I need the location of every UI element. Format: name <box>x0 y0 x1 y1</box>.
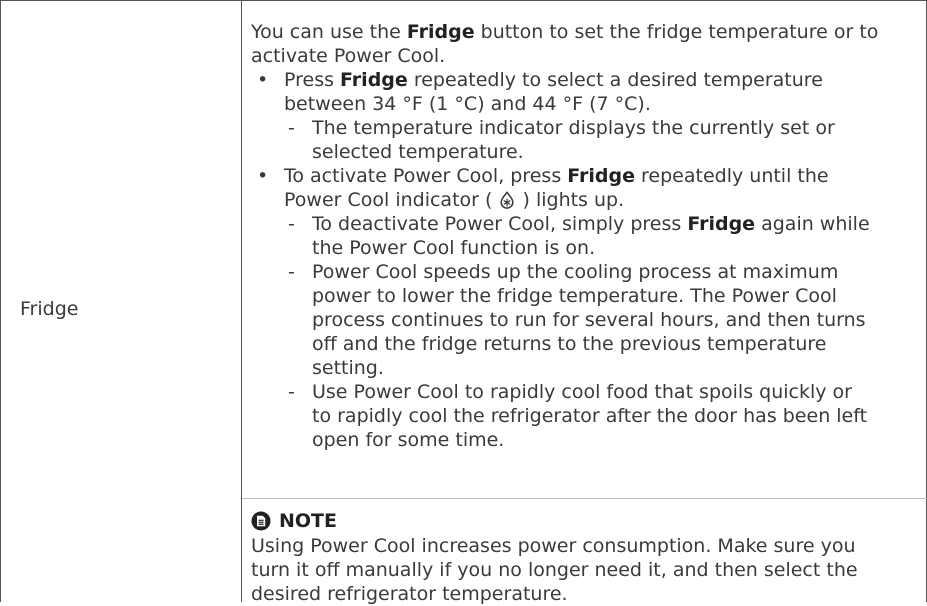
intro-text: You can use the Fridge button to set the… <box>251 21 879 67</box>
dash-marker: - <box>288 381 295 403</box>
sub-list-item: - To deactivate Power Cool, simply press… <box>288 213 870 259</box>
list-item: • Press Fridge repeatedly to select a de… <box>257 69 823 115</box>
sub-list-item: - The temperature indicator displays the… <box>288 117 835 163</box>
note-divider <box>242 498 927 499</box>
note-body: Using Power Cool increases power consump… <box>251 535 858 605</box>
bullet-marker: • <box>257 165 269 187</box>
spec-table: Fridge You can use the Fridge button to … <box>0 0 927 605</box>
sub-list-item: - Use Power Cool to rapidly cool food th… <box>288 381 868 451</box>
dash-marker: - <box>288 261 295 283</box>
fridge-button-ref: Fridge <box>406 21 475 43</box>
table-border-left <box>0 0 1 602</box>
table-column-divider <box>241 0 242 602</box>
sub-list-item: - Power Cool speeds up the cooling proce… <box>288 261 866 379</box>
bullet-marker: • <box>257 69 269 91</box>
list-item: • To activate Power Cool, press Fridge r… <box>257 165 829 211</box>
note-title: NOTE <box>279 510 337 532</box>
note-icon <box>251 511 271 531</box>
power-cool-icon <box>500 191 515 209</box>
row-label: Fridge <box>20 298 79 320</box>
dash-marker: - <box>288 213 295 235</box>
note-heading: NOTE <box>251 509 337 533</box>
dash-marker: - <box>288 117 295 139</box>
table-border-top <box>0 0 927 1</box>
description-cell: You can use the Fridge button to set the… <box>251 20 921 452</box>
